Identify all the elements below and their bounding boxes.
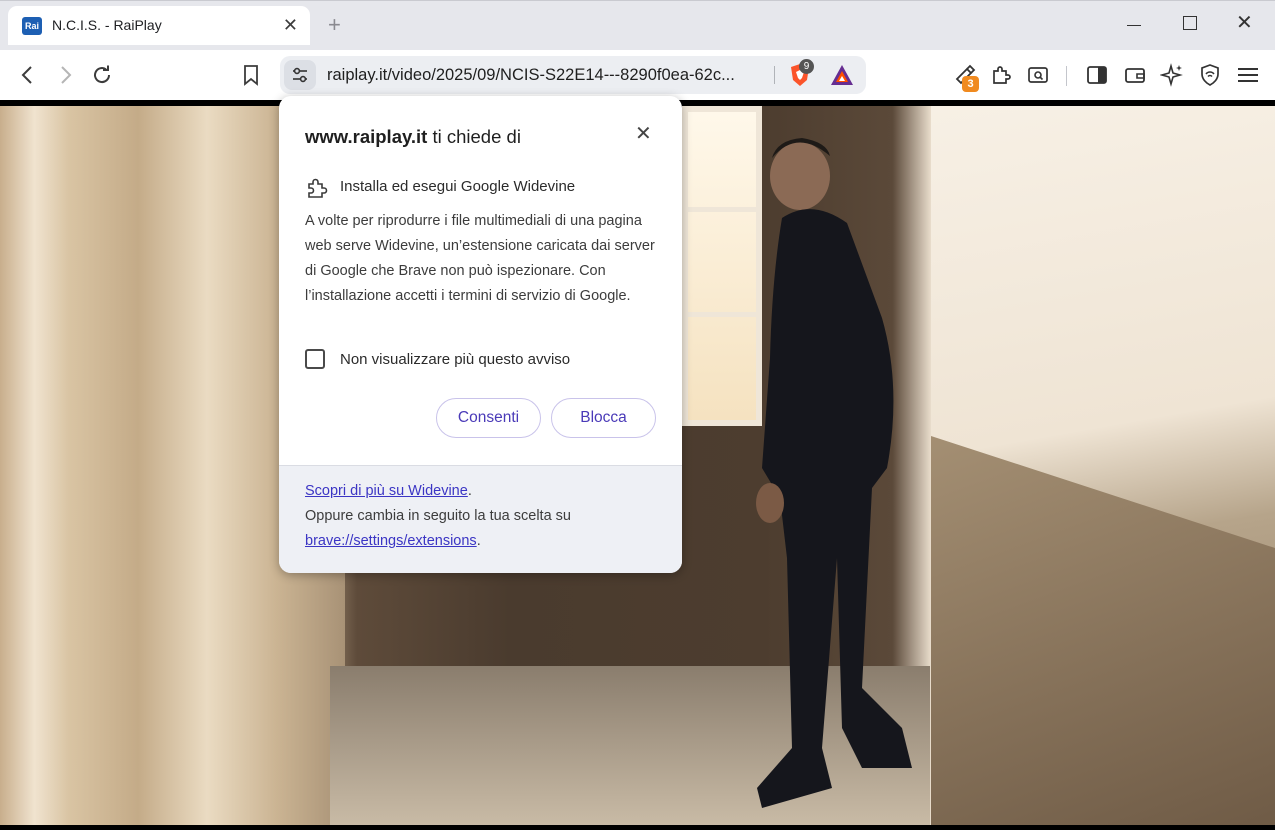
tab-strip: Rai N.C.I.S. - RaiPlay ✕ + ✕: [0, 0, 1275, 50]
extensions-button[interactable]: [989, 63, 1013, 87]
sidebar-icon: [1087, 66, 1107, 84]
forward-button[interactable]: [53, 63, 77, 87]
puzzle-icon: [993, 66, 1011, 84]
dont-show-again-label[interactable]: Non visualizzare più questo avviso: [340, 351, 570, 368]
raiplay-favicon: Rai: [22, 17, 42, 35]
bookmark-icon: [244, 65, 258, 86]
block-button[interactable]: Blocca: [551, 398, 656, 438]
menu-icon: [1238, 68, 1258, 82]
main-menu-button[interactable]: [1236, 63, 1260, 87]
vpn-button[interactable]: [1198, 63, 1222, 87]
url-text[interactable]: raiplay.it/video/2025/09/NCIS-S22E14---8…: [327, 66, 735, 85]
dialog-close-icon[interactable]: ✕: [635, 124, 652, 144]
wallet-button[interactable]: [1123, 63, 1147, 87]
actor-figure: [756, 138, 912, 808]
footer-text: Scopri di più su Widevine. Oppure cambia …: [305, 479, 665, 554]
omnibox-divider: [774, 66, 775, 84]
reload-button[interactable]: [90, 63, 114, 87]
search-tabs-button[interactable]: [1026, 63, 1050, 87]
new-tab-button[interactable]: +: [328, 12, 341, 38]
maximize-window-button[interactable]: [1180, 13, 1200, 33]
shield-count-badge: 9: [799, 59, 814, 74]
dialog-title-rest: ti chiede di: [427, 126, 521, 147]
dont-show-again-checkbox[interactable]: [305, 349, 325, 369]
address-bar[interactable]: raiplay.it/video/2025/09/NCIS-S22E14---8…: [280, 56, 866, 94]
extension-badge: 3: [962, 76, 979, 92]
tab-close-icon[interactable]: ✕: [283, 14, 298, 36]
tab-raiplay[interactable]: Rai N.C.I.S. - RaiPlay ✕: [8, 6, 310, 45]
toolbar: raiplay.it/video/2025/09/NCIS-S22E14---8…: [0, 50, 1275, 100]
search-tab-icon: [1028, 67, 1048, 83]
bookmark-button[interactable]: [239, 63, 263, 87]
minimize-window-button[interactable]: [1124, 13, 1144, 33]
puzzle-icon: [308, 178, 328, 198]
tab-title: N.C.I.S. - RaiPlay: [52, 17, 162, 33]
back-button[interactable]: [16, 63, 40, 87]
back-icon: [21, 66, 32, 84]
allow-button[interactable]: Consenti: [436, 398, 541, 438]
dialog-description: A volte per riprodurre i file multimedia…: [305, 213, 655, 304]
dialog-title-site: www.raiplay.it: [305, 126, 428, 147]
brave-rewards-icon[interactable]: [830, 64, 854, 86]
close-window-button[interactable]: ✕: [1236, 13, 1256, 33]
learn-more-link[interactable]: Scopri di più su Widevine: [305, 483, 468, 499]
sidebar-button[interactable]: [1085, 63, 1109, 87]
page-bottom-border: [0, 825, 1275, 830]
widevine-permission-dialog: www.raiplay.it ti chiede di ✕ Installa e…: [279, 96, 682, 573]
toolbar-divider: [1066, 66, 1067, 86]
vpn-icon: [1201, 64, 1219, 86]
wallet-icon: [1125, 68, 1145, 83]
hallway-window: [682, 106, 762, 426]
site-settings-icon: [293, 67, 307, 83]
permission-label: Installa ed esegui Google Widevine: [340, 178, 576, 195]
footer-period-2: .: [476, 533, 481, 549]
leo-ai-button[interactable]: [1159, 63, 1184, 87]
reload-icon: [94, 65, 111, 84]
settings-extensions-link[interactable]: brave://settings/extensions: [305, 533, 477, 549]
leo-ai-icon: [1159, 63, 1183, 87]
footer-period-1: .: [467, 483, 472, 499]
hallway-right-wall: [931, 106, 1275, 825]
forward-icon: [61, 66, 72, 84]
dialog-footer: Scopri di più su Widevine. Oppure cambia …: [279, 465, 682, 573]
dialog-title: www.raiplay.it ti chiede di: [305, 126, 521, 148]
footer-settings-text: Oppure cambia in seguito la tua scelta s…: [305, 508, 571, 524]
site-settings-button[interactable]: [284, 60, 316, 90]
